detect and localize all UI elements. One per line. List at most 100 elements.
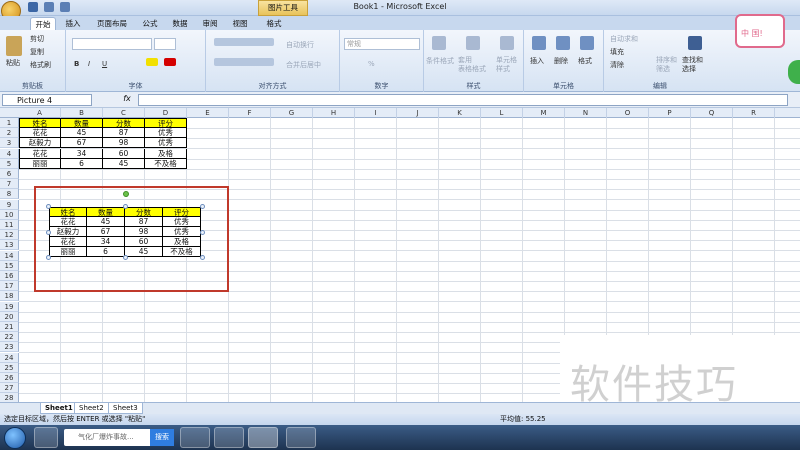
clear-button[interactable]: 清除 xyxy=(610,60,624,70)
column-header-J[interactable]: J xyxy=(397,108,439,118)
fill-button[interactable]: 填充 xyxy=(610,47,624,57)
column-header-P[interactable]: P xyxy=(649,108,691,118)
copy-button[interactable]: 复制 xyxy=(30,47,44,57)
wrap-text-button[interactable]: 自动换行 xyxy=(286,40,314,50)
resize-handle[interactable] xyxy=(123,255,128,260)
italic-button[interactable]: I xyxy=(88,60,90,68)
sheet-tab-3[interactable]: Sheet3 xyxy=(108,403,143,414)
format-cells-icon[interactable] xyxy=(580,36,594,50)
wechat-icon[interactable] xyxy=(286,427,316,448)
paste-icon[interactable] xyxy=(6,36,22,56)
sort-filter-button[interactable]: 排序和 筛选 xyxy=(656,56,677,74)
row-header-23[interactable]: 23 xyxy=(0,342,19,353)
row-header-7[interactable]: 7 xyxy=(0,179,19,190)
column-header-C[interactable]: C xyxy=(103,108,145,118)
insert-cells-button[interactable]: 插入 xyxy=(530,56,544,66)
table-cell[interactable]: 98 xyxy=(103,138,145,149)
font-name-box[interactable] xyxy=(72,38,152,50)
column-header-F[interactable]: F xyxy=(229,108,271,118)
rotate-handle[interactable] xyxy=(123,191,129,197)
number-format-box[interactable]: 常规 xyxy=(344,38,420,50)
table-cell[interactable]: 45 xyxy=(103,158,145,169)
table-cell[interactable]: 及格 xyxy=(145,148,187,159)
tab-home[interactable]: 开始 xyxy=(30,17,56,30)
column-header-Q[interactable]: Q xyxy=(691,108,733,118)
sheet-tab-2[interactable]: Sheet2 xyxy=(74,403,109,414)
delete-cells-button[interactable]: 删除 xyxy=(554,56,568,66)
row-header-6[interactable]: 6 xyxy=(0,169,19,179)
table-cell[interactable]: 60 xyxy=(103,148,145,159)
cell-style-button[interactable]: 单元格 样式 xyxy=(496,56,517,74)
tab-review[interactable]: 审阅 xyxy=(198,17,222,30)
side-widget[interactable] xyxy=(788,60,800,84)
binoculars-icon[interactable] xyxy=(688,36,702,50)
row-header-17[interactable]: 17 xyxy=(0,281,19,292)
row-header-5[interactable]: 5 xyxy=(0,158,19,169)
cut-button[interactable]: 剪切 xyxy=(30,34,44,44)
underline-button[interactable]: U xyxy=(102,60,107,68)
row-header-2[interactable]: 2 xyxy=(0,128,19,139)
column-header-G[interactable]: G xyxy=(271,108,313,118)
table-cell[interactable]: 优秀 xyxy=(145,128,187,139)
resize-handle[interactable] xyxy=(46,230,51,235)
column-header-E[interactable]: E xyxy=(187,108,229,118)
format-cells-button[interactable]: 格式 xyxy=(578,56,592,66)
insert-cells-icon[interactable] xyxy=(532,36,546,50)
row-header-11[interactable]: 11 xyxy=(0,220,19,230)
row-header-18[interactable]: 18 xyxy=(0,291,19,302)
table-cell[interactable]: 花花 xyxy=(19,128,61,139)
table-cell[interactable]: 6 xyxy=(61,158,103,169)
row-header-3[interactable]: 3 xyxy=(0,138,19,149)
bold-button[interactable]: B xyxy=(74,60,79,68)
find-select-button[interactable]: 查找和 选择 xyxy=(682,56,703,74)
taskbar-app-icon[interactable] xyxy=(34,427,58,448)
table-cell[interactable]: 赵毅力 xyxy=(19,138,61,149)
search-button[interactable]: 搜索 xyxy=(150,429,174,446)
resize-handle[interactable] xyxy=(123,204,128,209)
align-top-icons[interactable] xyxy=(214,38,274,46)
formula-input[interactable] xyxy=(138,94,788,106)
column-header-H[interactable]: H xyxy=(313,108,355,118)
row-header-12[interactable]: 12 xyxy=(0,230,19,241)
ie-icon[interactable] xyxy=(180,427,210,448)
resize-handle[interactable] xyxy=(200,230,205,235)
align-bottom-icons[interactable] xyxy=(214,58,274,66)
row-header-24[interactable]: 24 xyxy=(0,352,19,363)
table-header-cell[interactable]: 分数 xyxy=(103,118,145,128)
column-header-M[interactable]: M xyxy=(523,108,565,118)
tab-view[interactable]: 视图 xyxy=(228,17,252,30)
percent-button[interactable]: % xyxy=(368,60,375,68)
delete-cells-icon[interactable] xyxy=(556,36,570,50)
column-header-O[interactable]: O xyxy=(607,108,649,118)
start-button[interactable] xyxy=(4,427,26,449)
row-header-4[interactable]: 4 xyxy=(0,148,19,159)
row-header-20[interactable]: 20 xyxy=(0,311,19,322)
tab-page-layout[interactable]: 页面布局 xyxy=(92,17,132,30)
column-header-R[interactable]: R xyxy=(733,108,775,118)
row-header-15[interactable]: 15 xyxy=(0,260,19,271)
sheet-tab-1[interactable]: Sheet1 xyxy=(40,403,78,414)
row-header-22[interactable]: 22 xyxy=(0,332,19,343)
row-header-13[interactable]: 13 xyxy=(0,240,19,251)
row-header-27[interactable]: 27 xyxy=(0,383,19,394)
font-color-icon[interactable] xyxy=(164,58,176,66)
row-header-21[interactable]: 21 xyxy=(0,322,19,332)
column-header-D[interactable]: D xyxy=(145,108,187,118)
resize-handle[interactable] xyxy=(200,255,205,260)
table-cell[interactable]: 不及格 xyxy=(145,158,187,169)
row-header-1[interactable]: 1 xyxy=(0,118,19,128)
autosum-button[interactable]: 自动求和 xyxy=(610,34,638,44)
row-header-14[interactable]: 14 xyxy=(0,250,19,261)
tab-data[interactable]: 数据 xyxy=(168,17,192,30)
format-painter-button[interactable]: 格式刷 xyxy=(30,60,51,70)
conditional-format-button[interactable]: 条件格式 xyxy=(426,56,454,66)
function-icon[interactable]: fx xyxy=(120,94,134,106)
table-header-cell[interactable]: 评分 xyxy=(145,118,187,128)
table-cell[interactable]: 丽丽 xyxy=(19,158,61,169)
row-header-8[interactable]: 8 xyxy=(0,189,19,200)
table-style-button[interactable]: 套用 表格格式 xyxy=(458,56,486,74)
paste-button[interactable]: 粘贴 xyxy=(6,58,20,68)
column-header-K[interactable]: K xyxy=(439,108,481,118)
column-header-L[interactable]: L xyxy=(481,108,523,118)
row-header-16[interactable]: 16 xyxy=(0,271,19,281)
